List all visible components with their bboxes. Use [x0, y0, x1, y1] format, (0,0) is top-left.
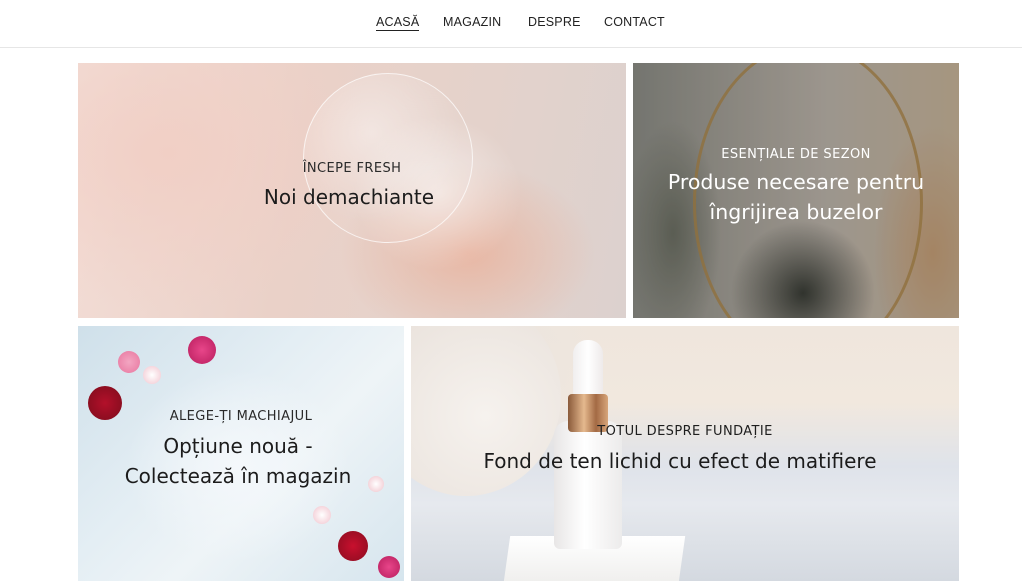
tile-kicker: ALEGE-ȚI MACHIAJUL	[169, 409, 313, 424]
promo-tile-cleansers[interactable]: ÎNCEPE FRESH Noi demachiante	[78, 63, 626, 318]
tile-headline-line: Opțiune nouă -	[163, 434, 313, 458]
flower-graphic	[378, 556, 400, 578]
nav-shop-link[interactable]: MAGAZIN	[443, 15, 501, 29]
nav-home-link[interactable]: ACASĂ	[376, 15, 420, 31]
soap-bubble-graphic	[303, 73, 473, 243]
promo-tile-makeup[interactable]: ALEGE-ȚI MACHIAJUL Opțiune nouă - Colect…	[78, 326, 404, 581]
tile-headline: Noi demachiante	[263, 185, 435, 209]
bottle-graphic	[554, 421, 622, 549]
tile-headline-line: îngrijirea buzelor	[709, 200, 883, 224]
nav-about-link[interactable]: DESPRE	[528, 15, 581, 29]
flower-graphic	[313, 506, 331, 524]
flower-graphic	[338, 531, 368, 561]
promo-tile-lip-care[interactable]: ESENȚIALE DE SEZON Produse necesare pent…	[633, 63, 959, 318]
flower-graphic	[143, 366, 161, 384]
tile-kicker: ESENȚIALE DE SEZON	[721, 147, 871, 162]
dropper-graphic	[573, 340, 603, 396]
promo-tile-foundation[interactable]: TOTUL DESPRE FUNDAȚIE Fond de ten lichid…	[411, 326, 959, 581]
tile-headline-line: Colectează în magazin	[124, 464, 352, 488]
top-navigation: ACASĂ MAGAZIN DESPRE CONTACT	[0, 0, 1022, 48]
tile-headline-line: Produse necesare pentru	[667, 170, 925, 194]
tile-kicker: ÎNCEPE FRESH	[302, 161, 402, 176]
tile-kicker: TOTUL DESPRE FUNDAȚIE	[597, 424, 773, 439]
flower-graphic	[118, 351, 140, 373]
flower-graphic	[188, 336, 216, 364]
tile-headline: Fond de ten lichid cu efect de matifiere	[483, 449, 877, 473]
tile-headline: Produse necesare pentru îngrijirea buzel…	[633, 167, 959, 227]
tile-headline: Opțiune nouă - Colectează în magazin	[78, 431, 401, 491]
nav-contact-link[interactable]: CONTACT	[604, 15, 665, 29]
